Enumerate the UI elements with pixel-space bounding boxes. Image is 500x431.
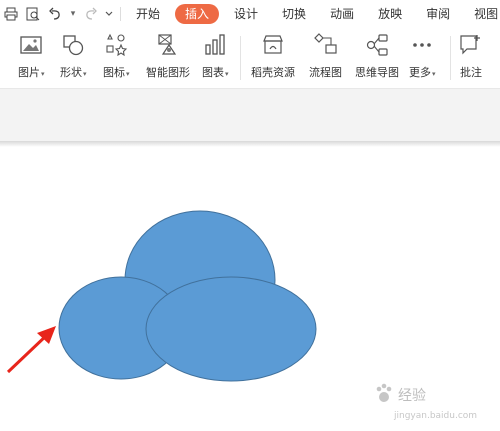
watermark-url: jingyan.baidu.com [393,411,477,421]
shape-icon [63,35,84,56]
watermark-brand: 经验 [398,388,426,404]
flowchart-label: 流程图 [309,66,342,79]
chart-icon [205,34,225,55]
more-dots-icon [413,43,432,47]
baidu-jingyan-watermark: 经验 jingyan.baidu.com [376,383,477,421]
undo-icon[interactable] [44,0,66,28]
ribbon-divider [450,36,451,80]
smartart-button[interactable]: 智能图形 [146,32,190,84]
dropdown-caret-icon: ▾ [432,70,436,78]
picture-label: 图片 [18,66,40,79]
icons-icon [106,33,128,57]
dropdown-caret-icon: ▾ [83,70,87,78]
red-arrow-annotation [6,326,56,374]
dropdown-caret-icon: ▾ [41,70,45,78]
dropdown-caret-icon: ▾ [225,70,229,78]
ribbon-insert: 图片▾ 形状▾ 图标▾ 智能图形 图表▾ 稻壳资源 流程图 思维导图 更多▾ 批… [0,28,500,89]
tab-review[interactable]: 审阅 [417,4,459,24]
toolbar-divider [120,7,121,21]
tab-animation[interactable]: 动画 [321,4,363,24]
resources-label: 稻壳资源 [251,66,295,79]
comment-button[interactable]: 批注 [458,32,484,84]
more-label: 更多 [409,66,431,79]
mindmap-icon [366,34,388,56]
tab-home[interactable]: 开始 [127,4,169,24]
store-icon [263,35,283,54]
print-preview-icon[interactable] [22,0,44,28]
tab-transition[interactable]: 切换 [273,4,315,24]
comment-label: 批注 [460,66,482,79]
smartart-icon [158,34,177,55]
tab-slideshow[interactable]: 放映 [369,4,411,24]
shape-label: 形状 [60,66,82,79]
printer-icon[interactable] [0,0,22,28]
smartart-label: 智能图形 [146,66,190,79]
tab-insert[interactable]: 插入 [175,4,220,24]
chart-button[interactable]: 图表▾ [202,32,229,84]
dropdown-caret-icon: ▾ [126,70,130,78]
paw-logo-icon [376,383,392,402]
tab-design[interactable]: 设计 [225,4,267,24]
icons-button[interactable]: 图标▾ [103,32,130,84]
workspace-background [0,89,500,141]
undo-dropdown-icon[interactable]: ▾ [66,0,80,28]
flowchart-button[interactable]: 流程图 [309,32,342,84]
picture-button[interactable]: 图片▾ [18,32,45,84]
redo-icon[interactable] [80,0,102,28]
shape-button[interactable]: 形状▾ [60,32,87,84]
chart-label: 图表 [202,66,224,79]
chevron-down-icon[interactable] [102,0,116,28]
more-button[interactable]: 更多▾ [409,32,436,84]
tab-view[interactable]: 视图 [465,4,500,24]
ellipse-shape-right[interactable] [145,276,317,382]
ribbon-divider [240,36,241,80]
tab-bar: ▾ 开始 插入 设计 切换 动画 放映 审阅 视图 [0,0,500,28]
icons-label: 图标 [103,66,125,79]
quick-access-toolbar: ▾ [0,0,127,28]
picture-icon [20,36,42,54]
resources-button[interactable]: 稻壳资源 [251,32,295,84]
comment-add-icon [460,35,480,55]
flowchart-icon [313,33,337,54]
mindmap-label: 思维导图 [355,66,399,79]
mindmap-button[interactable]: 思维导图 [355,32,399,84]
